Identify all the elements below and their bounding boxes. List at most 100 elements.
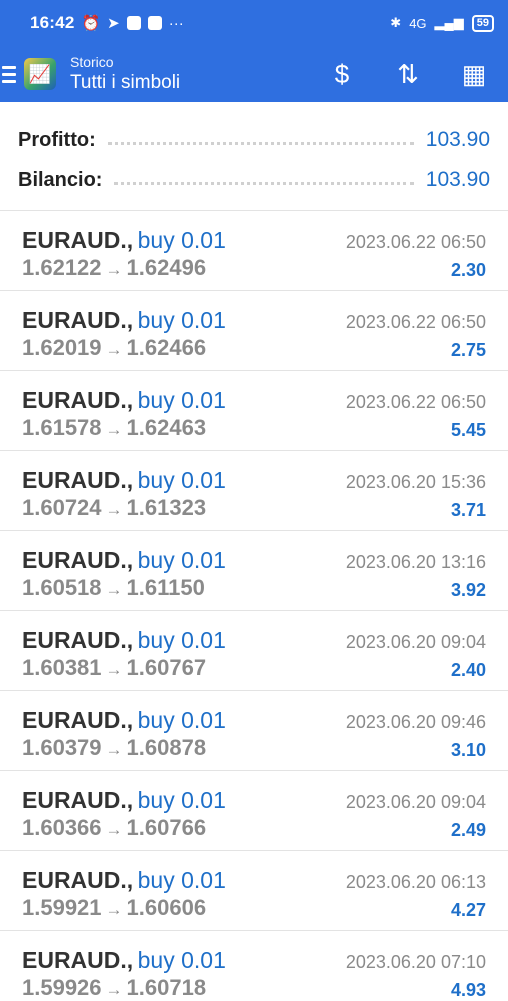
arrow-right-icon: → bbox=[105, 900, 123, 919]
app-bar-actions: $ ⇅ ▦ bbox=[326, 56, 490, 92]
deal-row[interactable]: EURAUD., buy 0.01 1.60379 → 1.60878 2023.0… bbox=[0, 691, 508, 771]
deal-profit: 2.40 bbox=[450, 660, 486, 680]
deal-row[interactable]: EURAUD., buy 0.01 1.60518 → 1.61150 2023.0… bbox=[0, 531, 508, 611]
deal-symbol: EURAUD., bbox=[22, 707, 134, 733]
deal-row[interactable]: EURAUD., buy 0.01 1.60724 → 1.61323 2023.0… bbox=[0, 451, 508, 531]
deal-profit: 3.92 bbox=[450, 580, 486, 600]
deal-profit: 2.30 bbox=[450, 260, 486, 280]
deal-symbol: EURAUD., bbox=[22, 467, 134, 493]
deal-symbol: EURAUD., bbox=[22, 307, 134, 333]
deal-profit: 2.49 bbox=[450, 820, 486, 840]
deal-open-price: 1.59921 bbox=[22, 895, 102, 920]
mail-app-icon bbox=[147, 16, 162, 30]
deal-direction: buy 0.01 bbox=[137, 467, 226, 493]
leader-dots bbox=[107, 135, 414, 145]
deal-close-price: 1.61323 bbox=[126, 495, 207, 520]
deal-close-price: 1.61150 bbox=[126, 575, 205, 600]
summary-panel: Profitto: 103.90 Bilancio: 103.90 bbox=[0, 102, 508, 211]
deal-open-price: 1.59926 bbox=[22, 975, 102, 1000]
signal-icon: ▂▄▆ bbox=[434, 15, 464, 30]
arrow-right-icon: → bbox=[105, 660, 123, 679]
deal-time: 2023.06.20 15:36 bbox=[345, 472, 486, 492]
arrow-right-icon: → bbox=[105, 260, 123, 279]
deal-row[interactable]: EURAUD., buy 0.01 1.59926 → 1.60718 2023.0… bbox=[0, 931, 508, 1001]
more-notifications-icon: ··· bbox=[168, 14, 184, 32]
deal-close-price: 1.62496 bbox=[126, 255, 207, 280]
deal-open-price: 1.62019 bbox=[22, 335, 102, 360]
deal-time: 2023.06.22 06:50 bbox=[345, 232, 486, 252]
deal-profit: 2.75 bbox=[450, 340, 486, 360]
deal-open-price: 1.62122 bbox=[22, 255, 102, 280]
balance-row: Bilancio: 103.90 bbox=[18, 160, 490, 200]
deals-list: EURAUD., buy 0.01 1.62122 → 1.62496 2023.0… bbox=[0, 211, 508, 1001]
balance-label: Bilancio: bbox=[18, 168, 103, 191]
deal-row[interactable]: EURAUD., buy 0.01 1.62019 → 1.62466 2023.0… bbox=[0, 291, 508, 371]
app-bar-titles: Storico Tutti i simboli bbox=[70, 54, 180, 95]
deal-row[interactable]: EURAUD., buy 0.01 1.62122 → 1.62496 2023.0… bbox=[0, 211, 508, 291]
deal-time: 2023.06.20 06:13 bbox=[345, 872, 486, 892]
deal-open-price: 1.60379 bbox=[22, 735, 102, 760]
deal-symbol: EURAUD., bbox=[22, 227, 134, 253]
deal-profit: 5.45 bbox=[450, 420, 486, 440]
currency-exchange-icon[interactable]: $ bbox=[326, 56, 358, 92]
leader-dots bbox=[114, 175, 414, 185]
calendar-icon[interactable]: ▦ bbox=[458, 56, 490, 92]
deal-direction: buy 0.01 bbox=[137, 307, 226, 333]
deal-profit: 4.27 bbox=[450, 900, 486, 920]
deal-time: 2023.06.20 09:46 bbox=[345, 712, 486, 732]
deal-symbol: EURAUD., bbox=[22, 867, 134, 893]
telegram-icon: ➤ bbox=[107, 15, 120, 32]
profit-value: 103.90 bbox=[425, 128, 490, 151]
menu-icon[interactable] bbox=[2, 65, 16, 83]
music-app-icon bbox=[126, 16, 141, 30]
profit-label: Profitto: bbox=[18, 128, 96, 151]
deal-time: 2023.06.20 13:16 bbox=[345, 552, 486, 572]
deal-profit: 3.71 bbox=[450, 500, 486, 520]
deal-close-price: 1.60766 bbox=[126, 815, 207, 840]
deal-close-price: 1.60878 bbox=[126, 735, 207, 760]
deal-close-price: 1.62466 bbox=[126, 335, 207, 360]
deal-open-price: 1.60381 bbox=[22, 655, 102, 680]
deal-open-price: 1.60366 bbox=[22, 815, 102, 840]
deal-profit: 3.10 bbox=[450, 740, 486, 760]
deal-time: 2023.06.22 06:50 bbox=[345, 312, 486, 332]
alarm-icon: ⏰ bbox=[81, 15, 101, 32]
deal-symbol: EURAUD., bbox=[22, 947, 134, 973]
deal-direction: buy 0.01 bbox=[137, 867, 226, 893]
deal-symbol: EURAUD., bbox=[22, 547, 134, 573]
deal-direction: buy 0.01 bbox=[137, 707, 226, 733]
deal-open-price: 1.61578 bbox=[22, 415, 102, 440]
symbol-filter[interactable]: Tutti i simboli bbox=[70, 71, 180, 95]
battery-level: 59 bbox=[471, 14, 494, 32]
deal-time: 2023.06.20 09:04 bbox=[345, 632, 486, 652]
app-logo-icon: 📈 bbox=[24, 58, 56, 90]
deal-direction: buy 0.01 bbox=[137, 387, 226, 413]
deal-open-price: 1.60518 bbox=[22, 575, 102, 600]
deal-row[interactable]: EURAUD., buy 0.01 1.60366 → 1.60766 2023.0… bbox=[0, 771, 508, 851]
profit-row: Profitto: 103.90 bbox=[18, 120, 490, 160]
deal-row[interactable]: EURAUD., buy 0.01 1.59921 → 1.60606 2023.0… bbox=[0, 851, 508, 931]
page-subtitle: Storico bbox=[70, 53, 114, 70]
arrow-right-icon: → bbox=[105, 740, 123, 759]
deal-direction: buy 0.01 bbox=[137, 947, 226, 973]
deal-close-price: 1.60718 bbox=[126, 975, 207, 1000]
sort-icon[interactable]: ⇅ bbox=[392, 56, 424, 92]
deal-row[interactable]: EURAUD., buy 0.01 1.60381 → 1.60767 2023.0… bbox=[0, 611, 508, 691]
notification-icons: ⏰ ➤ ··· bbox=[81, 14, 184, 33]
system-status: ✱ 4G ▂▄▆ 59 bbox=[390, 14, 494, 32]
arrow-right-icon: → bbox=[105, 340, 123, 359]
deal-symbol: EURAUD., bbox=[22, 627, 134, 653]
deal-direction: buy 0.01 bbox=[137, 787, 226, 813]
deal-direction: buy 0.01 bbox=[137, 627, 226, 653]
deal-direction: buy 0.01 bbox=[137, 547, 226, 573]
status-time: 16:42 bbox=[30, 13, 75, 32]
deal-time: 2023.06.20 09:04 bbox=[345, 792, 486, 812]
arrow-right-icon: → bbox=[105, 980, 123, 999]
deal-symbol: EURAUD., bbox=[22, 787, 134, 813]
deal-time: 2023.06.20 07:10 bbox=[345, 952, 486, 972]
deal-close-price: 1.60606 bbox=[126, 895, 207, 920]
deal-row[interactable]: EURAUD., buy 0.01 1.61578 → 1.62463 2023.0… bbox=[0, 371, 508, 451]
deal-close-price: 1.62463 bbox=[126, 415, 207, 440]
deal-open-price: 1.60724 bbox=[22, 495, 102, 520]
deal-time: 2023.06.22 06:50 bbox=[345, 392, 486, 412]
